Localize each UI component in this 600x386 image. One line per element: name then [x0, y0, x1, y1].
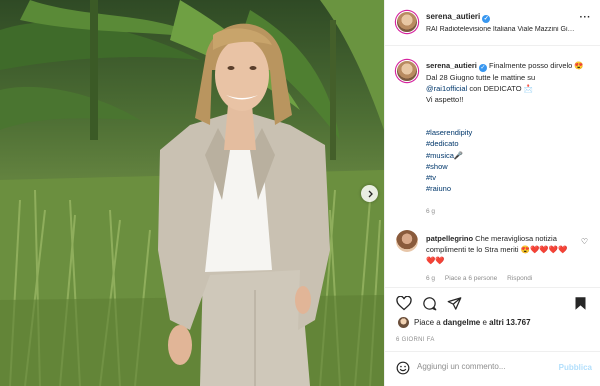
hashtag-link[interactable]: #laserendipity	[426, 127, 472, 138]
likes-prefix: Piace a	[414, 318, 443, 327]
commenter-avatar[interactable]	[396, 230, 418, 252]
post-side-panel: serena_autieri ✓ RAI Radiotelevisione Ita…	[384, 0, 600, 386]
hashtag-link[interactable]: #tv	[426, 172, 472, 183]
share-icon[interactable]	[447, 296, 462, 311]
verified-badge-icon: ✓	[482, 15, 491, 23]
comment-time[interactable]: 6 g	[426, 275, 435, 282]
likes-middle: e	[480, 318, 490, 327]
likes-row: Piace a dangelme e altri 13.767	[385, 314, 600, 334]
hashtag-link[interactable]: #dedicato	[426, 138, 472, 149]
caption-avatar[interactable]	[396, 60, 418, 82]
hashtag-link[interactable]: #musica🎤	[426, 150, 472, 161]
post-location[interactable]: RAI Radiotelevisione Italiana Viale Mazz…	[426, 26, 576, 33]
comment-reply-button[interactable]: Rispondi	[507, 275, 532, 282]
verified-badge-icon: ✓	[478, 64, 487, 72]
likes-text: Piace a dangelme e altri 13.767	[414, 318, 531, 327]
post-header: serena_autieri ✓ RAI Radiotelevisione Ita…	[385, 0, 600, 46]
instagram-post: serena_autieri ✓ RAI Radiotelevisione Ita…	[0, 0, 600, 386]
caption-line3: con DEDICATO 📩	[467, 84, 533, 94]
emoji-icon[interactable]	[396, 361, 410, 375]
liker-avatar[interactable]	[398, 317, 409, 328]
author-avatar[interactable]	[396, 11, 418, 33]
comment-likes[interactable]: Piace a 6 persone	[445, 275, 497, 282]
caption-line2: Dal 28 Giugno tutte le mattine su	[426, 73, 536, 82]
comments-section: serena_autieri ✓ Finalmente posso dirvelo…	[385, 47, 600, 287]
post-date[interactable]: 6 GIORNI FA	[396, 337, 435, 343]
caption-text: serena_autieri ✓ Finalmente posso dirvelo…	[426, 60, 594, 106]
more-horizontal-icon[interactable]: ···	[580, 13, 592, 23]
chevron-right-icon	[368, 190, 373, 197]
photo-illustration	[0, 0, 384, 386]
author-username-wrap: serena_autieri ✓	[426, 12, 491, 23]
hashtag-list: #laserendipity #dedicato #musica🎤 #show …	[426, 127, 472, 195]
liker-username[interactable]: dangelme	[443, 318, 480, 327]
caption-username[interactable]: serena_autieri	[426, 61, 477, 70]
next-photo-button[interactable]	[361, 185, 378, 202]
hashtag-link[interactable]: #show	[426, 161, 472, 172]
caption-time[interactable]: 6 g	[426, 208, 435, 215]
caption-line1: Finalmente posso dirvelo 😍	[486, 61, 584, 70]
commenter-username[interactable]: patpellegrino	[426, 234, 473, 243]
comment-icon[interactable]	[422, 296, 437, 311]
add-comment-bar: Pubblica	[385, 351, 600, 386]
post-photo[interactable]	[0, 0, 384, 386]
heart-icon[interactable]	[396, 296, 412, 311]
action-bar	[385, 287, 600, 317]
hashtag-link[interactable]: #raiuno	[426, 183, 472, 194]
likes-count[interactable]: altri 13.767	[489, 318, 530, 327]
comment-meta: 6 g Piace a 6 persone Rispondi	[426, 275, 540, 282]
caption-line4: Vi aspetto!!	[426, 95, 464, 105]
bookmark-icon[interactable]	[574, 296, 587, 311]
caption-mention[interactable]: @rai1official	[426, 84, 467, 93]
comment-input[interactable]	[417, 362, 547, 371]
comment-like-heart-icon[interactable]: ♡	[581, 237, 588, 246]
comment-text: patpellegrino Che meravigliosa notizia c…	[426, 233, 576, 267]
publish-button[interactable]: Pubblica	[559, 363, 592, 372]
author-username[interactable]: serena_autieri	[426, 12, 480, 21]
